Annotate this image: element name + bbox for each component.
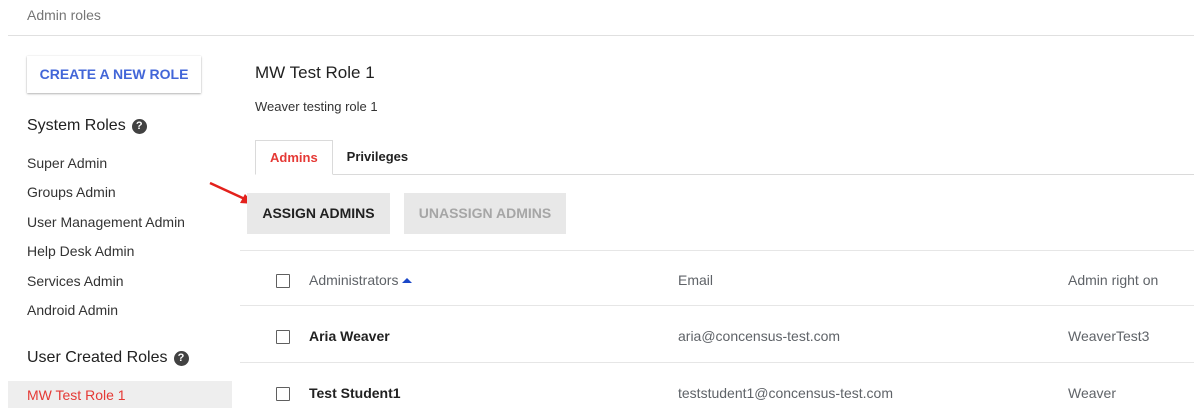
table-header-divider [240, 305, 1194, 306]
tab-admins[interactable]: Admins [255, 140, 333, 175]
admin-scope: Weaver [1068, 385, 1116, 401]
unassign-admins-button[interactable]: UNASSIGN ADMINS [404, 193, 566, 234]
table-row-divider [240, 362, 1194, 363]
user-roles-title: User Created Roles [27, 349, 168, 366]
assign-admins-button[interactable]: ASSIGN ADMINS [247, 193, 390, 234]
system-roles-title: System Roles [27, 117, 126, 134]
system-roles-heading: System Roles ? [27, 117, 147, 135]
header-divider [8, 35, 1194, 36]
admin-name[interactable]: Aria Weaver [309, 328, 390, 344]
role-tabs: Admins Privileges [255, 140, 422, 175]
column-header-administrators-label: Administrators [309, 272, 399, 288]
admin-email: teststudent1@concensus-test.com [678, 385, 893, 401]
sidebar-item-mw-test-role-1[interactable]: MW Test Role 1 [27, 387, 126, 403]
column-header-administrators[interactable]: Administrators [309, 272, 413, 288]
role-description: Weaver testing role 1 [255, 99, 378, 114]
sidebar-item-user-management-admin[interactable]: User Management Admin [27, 214, 185, 230]
tab-privileges[interactable]: Privileges [333, 140, 422, 175]
admin-name[interactable]: Test Student1 [309, 385, 401, 401]
sort-ascending-icon [402, 277, 413, 283]
sidebar-item-super-admin[interactable]: Super Admin [27, 155, 107, 171]
row-checkbox[interactable] [276, 330, 290, 344]
column-header-email[interactable]: Email [678, 272, 713, 288]
sidebar-item-services-admin[interactable]: Services Admin [27, 273, 123, 289]
help-icon[interactable]: ? [131, 118, 147, 134]
sidebar-item-groups-admin[interactable]: Groups Admin [27, 184, 116, 200]
sidebar-item-help-desk-admin[interactable]: Help Desk Admin [27, 243, 134, 259]
table-top-divider [240, 250, 1194, 251]
row-checkbox[interactable] [276, 387, 290, 401]
role-title: MW Test Role 1 [255, 63, 375, 82]
sidebar-item-android-admin[interactable]: Android Admin [27, 302, 118, 318]
help-icon[interactable]: ? [173, 350, 189, 366]
select-all-checkbox[interactable] [276, 274, 290, 288]
breadcrumb[interactable]: Admin roles [27, 7, 101, 23]
user-roles-heading: User Created Roles ? [27, 349, 189, 367]
column-header-admin-right-on[interactable]: Admin right on [1068, 272, 1158, 288]
admin-scope: WeaverTest3 [1068, 328, 1150, 344]
admin-email: aria@concensus-test.com [678, 328, 841, 344]
create-role-button[interactable]: CREATE A NEW ROLE [27, 56, 201, 93]
